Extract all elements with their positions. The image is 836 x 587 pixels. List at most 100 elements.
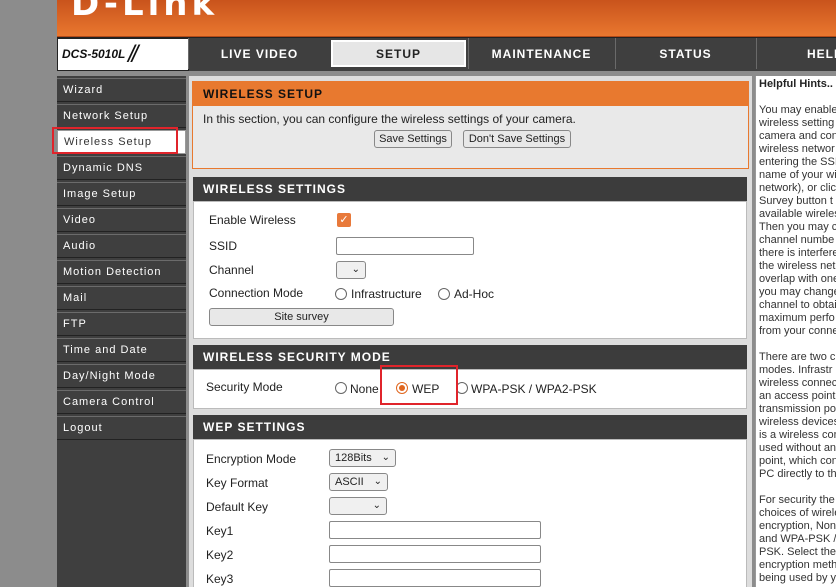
security-wpa-label: WPA-PSK / WPA2-PSK [471, 382, 597, 396]
top-banner: D-Link [57, 0, 836, 37]
security-none-radio[interactable] [335, 382, 347, 394]
sidebar-item-day-night-mode[interactable]: Day/Night Mode [57, 364, 186, 388]
wep-highlight [380, 365, 458, 405]
key-format-label: Key Format [206, 476, 269, 490]
model-badge: DCS-5010L // [57, 38, 189, 71]
hint-line: and WPA-PSK / [759, 533, 836, 545]
site-survey-button[interactable]: Site survey [209, 308, 394, 326]
security-mode-label: Security Mode [206, 380, 283, 394]
wep-settings-body: Encryption Mode 128Bits ⌄ Key Format ASCI… [193, 439, 747, 587]
channel-select[interactable]: ⌄ [336, 261, 366, 279]
channel-label: Channel [209, 263, 254, 277]
hint-line: encryption meth [759, 559, 836, 571]
hint-line: Then you may c [759, 221, 836, 233]
hint-line: channel to obtai [759, 299, 836, 311]
key2-label: Key2 [206, 548, 234, 562]
adhoc-radio[interactable] [438, 288, 450, 300]
sidebar-item-network-setup[interactable]: Network Setup [57, 104, 186, 128]
hint-line: you may change [759, 286, 836, 298]
sidebar-item-ftp[interactable]: FTP [57, 312, 186, 336]
key1-input[interactable] [329, 521, 541, 539]
default-key-select[interactable]: ⌄ [329, 497, 387, 515]
tab-setup[interactable]: SETUP [331, 40, 466, 67]
security-mode-title: WIRELESS SECURITY MODE [193, 345, 747, 369]
ssid-label: SSID [209, 239, 238, 253]
main-panel: WIRELESS SETUP In this section, you can … [189, 76, 752, 587]
key1-label: Key1 [206, 524, 234, 538]
hint-line: the wireless net [759, 260, 836, 272]
sidebar-item-audio[interactable]: Audio [57, 234, 186, 258]
security-mode-body: Security Mode None WEP WPA-PSK / WPA2-PS… [193, 365, 747, 409]
sidebar-item-video[interactable]: Video [57, 208, 186, 232]
hint-line: Survey button t [759, 195, 833, 207]
hint-line: overlap with one [759, 273, 836, 285]
wireless-setup-description: In this section, you can configure the w… [203, 112, 576, 126]
wireless-setup-title: WIRELESS SETUP [193, 82, 748, 106]
security-none-label: None [350, 382, 379, 396]
hint-line: entering the SSI [759, 156, 836, 168]
sidebar-item-dynamic-dns[interactable]: Dynamic DNS [57, 156, 186, 180]
infrastructure-label: Infrastructure [351, 287, 422, 301]
hint-line: wireless devices [759, 416, 836, 428]
hint-line: PSK. Select the [759, 546, 836, 558]
sidebar-item-wizard[interactable]: Wizard [57, 78, 186, 102]
hint-line: transmission po [759, 403, 836, 415]
hint-line: encryption, Non [759, 520, 836, 532]
hint-line: network), or clic [759, 182, 836, 194]
model-name: DCS-5010L [62, 47, 126, 61]
chevron-down-icon: ⌄ [372, 500, 381, 511]
ssid-input[interactable] [336, 237, 474, 255]
model-slash-icon: // [128, 41, 138, 68]
connection-mode-label: Connection Mode [209, 286, 304, 300]
encryption-mode-select[interactable]: 128Bits ⌄ [329, 449, 396, 467]
save-settings-button[interactable]: Save Settings [374, 130, 452, 148]
hint-line: being used by y [759, 572, 836, 584]
tab-live-video[interactable]: LIVE VIDEO [188, 38, 330, 69]
hint-line: is a wireless con [759, 429, 836, 441]
hint-line: name of your wi [759, 169, 836, 181]
chevron-down-icon: ⌄ [373, 476, 382, 487]
dont-save-settings-button[interactable]: Don't Save Settings [463, 130, 571, 148]
hint-line: choices of wirele [759, 507, 836, 519]
adhoc-label: Ad-Hoc [454, 287, 495, 301]
hint-line: wireless networ [759, 143, 835, 155]
key3-input[interactable] [329, 569, 541, 587]
sidebar-item-image-setup[interactable]: Image Setup [57, 182, 186, 206]
key2-input[interactable] [329, 545, 541, 563]
sidebar-item-time-and-date[interactable]: Time and Date [57, 338, 186, 362]
hint-line: channel numbe [759, 234, 835, 246]
tab-maintenance[interactable]: MAINTENANCE [468, 38, 614, 69]
wireless-settings-title: WIRELESS SETTINGS [193, 177, 747, 201]
sidebar-item-camera-control[interactable]: Camera Control [57, 390, 186, 414]
tab-status[interactable]: STATUS [615, 38, 755, 69]
sidebar-item-mail[interactable]: Mail [57, 286, 186, 310]
hint-line: maximum perfo [759, 312, 835, 324]
chevron-down-icon: ⌄ [351, 264, 360, 275]
tab-help[interactable]: HELP [756, 38, 836, 69]
hint-line: modes. Infrastr [759, 364, 833, 376]
hint-line: For security the [759, 494, 835, 506]
hint-line: wireless setting [759, 117, 835, 129]
hint-line: there is interfere [759, 247, 836, 259]
hint-line: available wireles [759, 208, 836, 220]
enable-wireless-label: Enable Wireless [209, 213, 296, 227]
brand-logo: D-Link [71, 0, 219, 24]
hint-line: from your conne [759, 325, 836, 337]
helpful-hints-panel: Helpful Hints.. You may enable wireless s… [755, 76, 836, 587]
hint-line: You may enable [759, 104, 836, 116]
hint-line: There are two c [759, 351, 836, 363]
enable-wireless-checkbox[interactable]: ✓ [337, 213, 351, 227]
sidebar-item-logout[interactable]: Logout [57, 416, 186, 440]
sidebar-item-motion-detection[interactable]: Motion Detection [57, 260, 186, 284]
key-format-select[interactable]: ASCII ⌄ [329, 473, 388, 491]
key3-label: Key3 [206, 572, 234, 586]
hint-line: camera and con [759, 130, 836, 142]
encryption-mode-label: Encryption Mode [206, 452, 297, 466]
chevron-down-icon: ⌄ [381, 452, 390, 463]
wireless-setup-box: WIRELESS SETUP In this section, you can … [192, 81, 749, 169]
wireless-settings-body: Enable Wireless ✓ SSID Channel ⌄ Connect… [193, 201, 747, 339]
encryption-mode-value: 128Bits [335, 452, 372, 464]
wep-settings-title: WEP SETTINGS [193, 415, 747, 439]
hint-line: point, which con [759, 455, 836, 467]
infrastructure-radio[interactable] [335, 288, 347, 300]
